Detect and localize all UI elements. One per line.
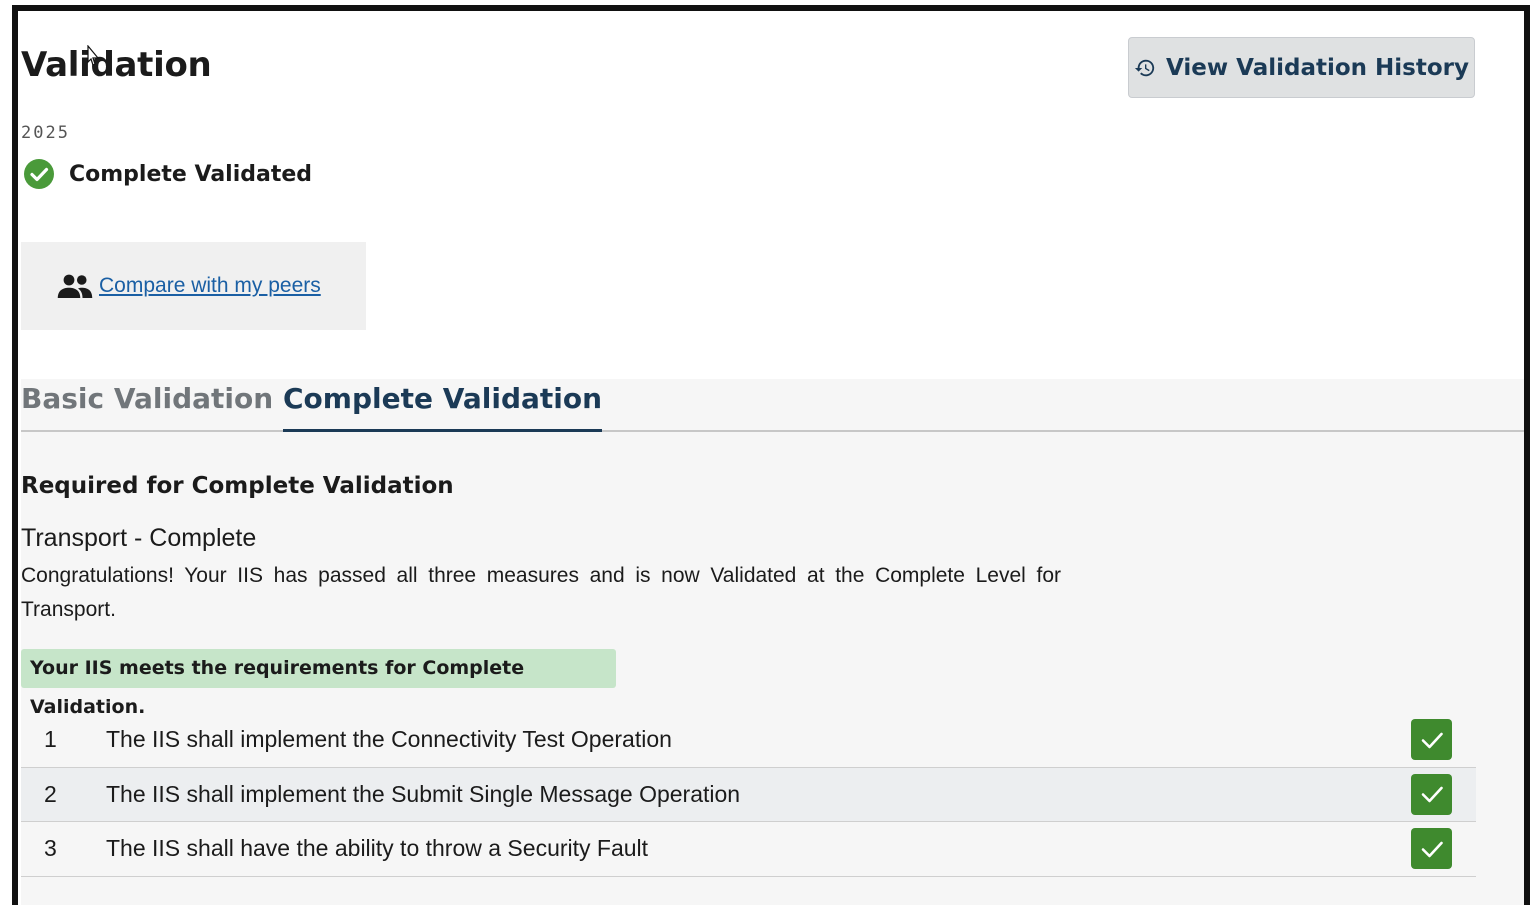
measure-description: Congratulations! Your IIS has passed all…: [21, 564, 1061, 621]
tab-basic-validation[interactable]: Basic Validation: [21, 379, 273, 432]
requirement-text: The IIS shall implement the Submit Singl…: [106, 780, 741, 807]
page-title: Validation: [21, 45, 212, 85]
mouse-pointer-icon: [87, 45, 100, 66]
people-icon: [57, 274, 93, 298]
requirement-row: 2 The IIS shall implement the Submit Sin…: [21, 767, 1476, 822]
checkmark-icon: [1421, 786, 1443, 803]
check-circle-icon: [24, 159, 54, 189]
history-button-label: View Validation History: [1166, 54, 1469, 81]
view-validation-history-button[interactable]: View Validation History: [1128, 37, 1475, 98]
validation-tab-panel: Basic Validation Complete Validation Req…: [21, 379, 1524, 905]
requirement-number: 3: [44, 835, 57, 862]
checkmark-icon: [1421, 841, 1443, 858]
status-label: Complete Validated: [69, 161, 313, 187]
requirement-passed-badge: [1411, 828, 1452, 870]
compare-with-peers-link[interactable]: Compare with my peers: [99, 274, 321, 298]
requirement-text: The IIS shall implement the Connectivity…: [106, 726, 672, 753]
tab-bar: Basic Validation Complete Validation: [21, 379, 1524, 432]
validation-year: 2025: [21, 123, 70, 143]
tab-complete-validation[interactable]: Complete Validation: [283, 379, 603, 432]
measure-title: Transport - Complete: [21, 524, 257, 552]
requirement-number: 2: [44, 780, 57, 807]
requirement-text: The IIS shall have the ability to throw …: [106, 835, 649, 862]
history-icon: [1134, 59, 1155, 76]
requirement-passed-badge: [1411, 719, 1452, 761]
checkmark-icon: [1421, 732, 1443, 749]
requirement-row: 1 The IIS shall implement the Connectivi…: [21, 713, 1476, 768]
compare-peers-card: Compare with my peers: [21, 242, 366, 330]
success-notice: Your IIS meets the requirements for Comp…: [21, 649, 616, 718]
section-heading: Required for Complete Validation: [21, 473, 454, 499]
validation-status: Complete Validated: [23, 158, 312, 190]
requirement-passed-badge: [1411, 773, 1452, 815]
validation-panel: Validation View Validation History 2025 …: [12, 5, 1530, 905]
requirement-number: 1: [44, 726, 57, 753]
requirements-list: 1 The IIS shall implement the Connectivi…: [21, 713, 1476, 877]
requirement-row: 3 The IIS shall have the ability to thro…: [21, 822, 1476, 877]
